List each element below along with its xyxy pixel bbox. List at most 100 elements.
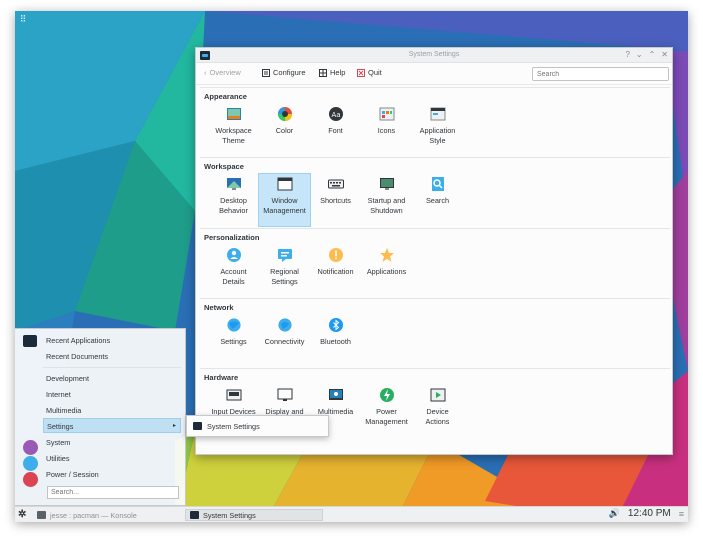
- menu-item-settings-label: Settings: [47, 422, 74, 431]
- monitor-icon: [277, 388, 292, 401]
- panel-menu-icon[interactable]: ≡: [679, 509, 684, 519]
- multimedia-icon: [328, 389, 343, 400]
- regional-settings-icon: [277, 249, 292, 262]
- item-color[interactable]: Color: [259, 104, 310, 156]
- menu-item-recent-applications[interactable]: Recent Applications: [46, 336, 110, 345]
- item-label: Connectivity: [264, 337, 305, 346]
- item-network-settings[interactable]: Settings: [208, 315, 259, 367]
- icons-icon: [379, 107, 394, 121]
- keyboard-icon: [327, 179, 344, 189]
- item-startup-shutdown[interactable]: Startup and Shutdown: [361, 174, 412, 226]
- item-label: Applications: [366, 267, 407, 276]
- task-system-settings-label: System Settings: [203, 510, 256, 520]
- font-icon: Aa: [328, 107, 343, 121]
- item-application-style[interactable]: Application Style: [412, 104, 463, 156]
- menu-search-input[interactable]: [47, 486, 179, 499]
- connectivity-icon: [277, 317, 292, 333]
- close-icon[interactable]: ✕: [661, 50, 668, 59]
- task-konsole-label: jesse : pacman — Konsole: [50, 510, 137, 520]
- configure-button[interactable]: Configure: [262, 68, 306, 77]
- item-icons[interactable]: Icons: [361, 104, 412, 156]
- menu-item-power-session[interactable]: Power / Session: [46, 470, 99, 479]
- menu-item-development[interactable]: Development: [46, 374, 89, 383]
- item-label: Desktop Behavior: [219, 196, 248, 215]
- configure-icon: [262, 68, 270, 77]
- desktop-screenshot: ⠿ System Settings ? ⌄ ⌃ ✕ ‹ Overview Con…: [15, 11, 688, 522]
- item-applications[interactable]: Applications: [361, 245, 412, 297]
- menu-separator: [43, 367, 181, 368]
- item-label: Shortcuts: [320, 196, 351, 205]
- volume-icon[interactable]: 🔊: [609, 508, 620, 519]
- item-label: Device Actions: [425, 407, 450, 426]
- minimize-icon[interactable]: ⌄: [636, 50, 643, 59]
- item-account-details[interactable]: Account Details: [208, 245, 259, 297]
- help-icon: [319, 68, 327, 77]
- menu-item-utilities[interactable]: Utilities: [46, 454, 70, 463]
- group-title-personalization: Personalization: [204, 233, 260, 242]
- desktop-toolbox-icon[interactable]: ⠿: [18, 14, 28, 24]
- menu-item-settings[interactable]: Settings ▸: [43, 418, 181, 433]
- overview-button[interactable]: ‹ Overview: [204, 68, 241, 77]
- system-settings-app-icon: [190, 511, 199, 519]
- group-workspace: Workspace Desktop Behavior Window Manage…: [200, 157, 670, 228]
- item-label: Account Details: [220, 267, 247, 286]
- item-label: Font: [328, 126, 343, 135]
- maximize-icon[interactable]: ⌃: [649, 50, 656, 59]
- task-system-settings[interactable]: System Settings: [185, 509, 323, 521]
- color-wheel-icon: [277, 107, 292, 121]
- item-connectivity[interactable]: Connectivity: [259, 315, 310, 367]
- power-icon[interactable]: [23, 472, 38, 487]
- item-label: Color: [275, 126, 294, 135]
- desktop-behavior-icon: [226, 178, 241, 190]
- menu-item-multimedia[interactable]: Multimedia: [46, 406, 81, 415]
- item-power-management[interactable]: Power Management: [361, 385, 412, 437]
- clock[interactable]: 12:40 PM: [628, 508, 671, 519]
- item-label: Application Style: [419, 126, 456, 145]
- system-settings-app-icon: [193, 422, 202, 430]
- task-konsole[interactable]: jesse : pacman — Konsole: [33, 509, 141, 521]
- item-shortcuts[interactable]: Shortcuts: [310, 174, 361, 226]
- help-button[interactable]: Help: [319, 68, 345, 77]
- svg-text:Aa: Aa: [331, 111, 340, 119]
- window-management-icon: [277, 177, 292, 191]
- item-desktop-behavior[interactable]: Desktop Behavior: [208, 174, 259, 226]
- group-title-network: Network: [204, 303, 234, 312]
- favorites-icon[interactable]: [23, 440, 38, 455]
- chevron-left-icon: ‹: [204, 68, 207, 77]
- taskbar-panel: ✲ jesse : pacman — Konsole System Settin…: [15, 506, 688, 522]
- menu-item-internet[interactable]: Internet: [46, 390, 71, 399]
- item-workspace-theme[interactable]: Workspace Theme: [208, 104, 259, 156]
- group-personalization: Personalization Account Details Regional…: [200, 228, 670, 298]
- group-title-workspace: Workspace: [204, 162, 244, 171]
- item-label: Workspace Theme: [215, 126, 252, 145]
- item-notification[interactable]: Notification: [310, 245, 361, 297]
- application-launcher-menu: Recent Applications Recent Documents Dev…: [15, 328, 186, 506]
- group-appearance: Appearance Workspace Theme Color Aa Font…: [200, 87, 670, 157]
- item-label: Regional Settings: [270, 267, 299, 286]
- item-window-management[interactable]: Window Management: [258, 173, 311, 227]
- menu-item-system[interactable]: System: [46, 438, 70, 447]
- history-icon[interactable]: [23, 456, 38, 471]
- group-network: Network Settings Connectivity Bluetooth: [200, 298, 670, 368]
- system-settings-window: System Settings ? ⌄ ⌃ ✕ ‹ Overview Confi…: [195, 47, 673, 455]
- kde-logo-icon[interactable]: ✲: [18, 509, 29, 520]
- submenu-item-system-settings[interactable]: System Settings: [207, 422, 260, 431]
- globe-icon: [226, 317, 241, 333]
- quit-button[interactable]: Quit: [357, 68, 382, 77]
- help-label: Help: [330, 68, 346, 77]
- application-style-icon: [430, 107, 445, 121]
- item-search[interactable]: Search: [412, 174, 463, 226]
- search-input[interactable]: [532, 67, 669, 81]
- group-hardware: Hardware Input Devices Display and Monit…: [200, 368, 670, 454]
- item-device-actions[interactable]: Device Actions: [412, 385, 463, 437]
- account-icon: [226, 248, 241, 262]
- group-title-hardware: Hardware: [204, 373, 239, 382]
- item-bluetooth[interactable]: Bluetooth: [310, 315, 361, 367]
- quit-icon: [357, 68, 365, 77]
- item-font[interactable]: Aa Font: [310, 104, 361, 156]
- item-regional-settings[interactable]: Regional Settings: [259, 245, 310, 297]
- help-icon[interactable]: ?: [625, 50, 629, 59]
- window-title: System Settings: [408, 51, 460, 58]
- menu-item-recent-documents[interactable]: Recent Documents: [46, 352, 108, 361]
- item-label: Power Management: [365, 407, 408, 426]
